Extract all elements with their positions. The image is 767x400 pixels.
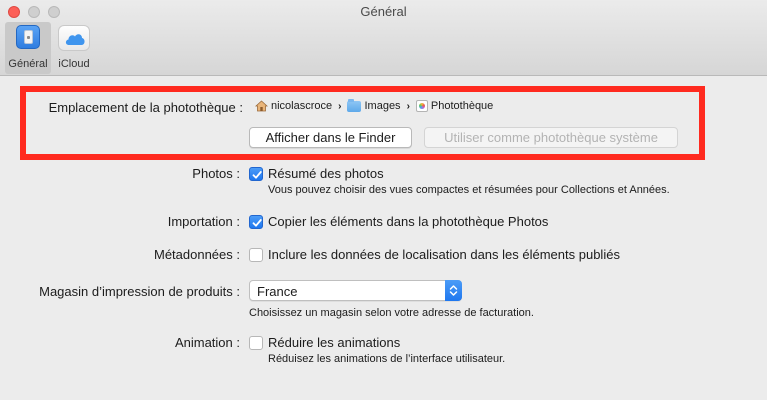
tab-general[interactable]: Général [5,22,51,74]
reduce-animations-checkbox[interactable] [249,336,263,350]
photos-summary-checkbox[interactable] [249,167,263,181]
library-path: nicolascroce › Images › Photothèque [255,98,493,113]
reduce-animations-label: Réduire les animations [268,335,401,350]
tab-icloud-label: iCloud [58,58,90,70]
copy-items-label: Copier les éléments dans la photothèque … [268,214,549,229]
copy-items-checkbox[interactable] [249,215,263,229]
include-location-checkbox[interactable] [249,248,263,262]
print-store-select[interactable]: France [249,280,462,301]
tab-icloud[interactable]: iCloud [54,22,94,74]
print-store-value: France [257,284,298,299]
select-arrows-icon [445,280,462,301]
path-separator: › [406,100,410,112]
photos-label: Photos : [192,166,240,181]
library-location-label: Emplacement de la photothèque : [48,100,243,115]
general-switch-icon [16,25,40,49]
print-store-description: Choisissez un magasin selon votre adress… [249,307,534,319]
photo-library-icon [415,100,428,112]
use-as-system-library-button[interactable]: Utiliser comme photothèque système [424,127,678,148]
checkmark-icon [252,171,262,179]
path-segment-images: Images [347,98,401,112]
show-in-finder-button[interactable]: Afficher dans le Finder [249,127,412,148]
animation-label: Animation : [174,335,240,350]
window-title: Général [360,4,407,19]
path-separator: › [338,100,342,112]
photos-summary-label: Résumé des photos [268,166,384,181]
metadata-label: Métadonnées : [153,247,240,262]
include-location-label: Inclure les données de localisation dans… [268,247,620,262]
path-segment-library: Photothèque [415,100,493,112]
title-bar: Général Général iCloud [0,0,767,76]
print-store-label: Magasin d’impression de produits : [39,284,240,299]
folder-icon [347,98,362,112]
checkmark-icon [252,219,262,227]
highlight-box [20,86,705,160]
photos-summary-description: Vous pouvez choisir des vues compactes e… [268,184,670,196]
path-segment-home: nicolascroce [255,100,332,112]
reduce-animations-description: Réduisez les animations de l’interface u… [268,353,506,365]
icloud-icon [58,25,90,51]
home-icon [255,100,268,112]
import-label: Importation : [167,214,240,229]
tab-general-label: Général [8,58,48,70]
